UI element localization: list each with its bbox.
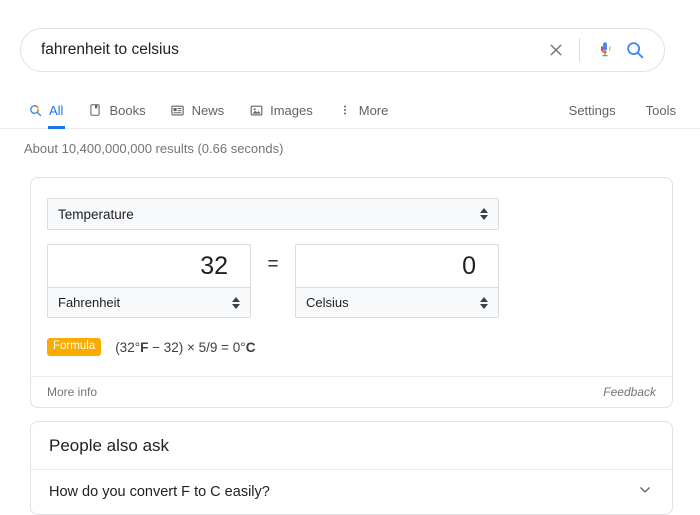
formula-badge: Formula xyxy=(47,338,101,356)
tab-books[interactable]: Books xyxy=(86,92,146,128)
clear-search-button[interactable] xyxy=(541,35,571,65)
conversion-row: Fahrenheit = Celsius xyxy=(47,244,656,318)
spinner-icon xyxy=(478,208,490,220)
people-also-ask-item[interactable]: How do you convert F to C easily? xyxy=(31,469,672,514)
people-also-ask-card: People also ask How do you convert F to … xyxy=(30,421,673,515)
tab-label: Images xyxy=(270,103,313,118)
formula-row: Formula (32°F − 32) × 5/9 = 0°C xyxy=(47,338,656,376)
image-icon xyxy=(248,102,264,118)
formula-prefix: (32° xyxy=(115,340,140,355)
from-unit-label: Fahrenheit xyxy=(58,295,230,310)
unit-converter-card: Temperature Fahrenheit = Celsius xyxy=(30,177,673,408)
close-icon xyxy=(546,40,566,60)
from-value-input[interactable] xyxy=(48,245,250,287)
unit-type-label: Temperature xyxy=(58,207,478,222)
unit-type-select[interactable]: Temperature xyxy=(47,198,499,230)
tab-all[interactable]: All xyxy=(26,92,64,128)
settings-link[interactable]: Settings xyxy=(569,103,616,118)
more-vertical-icon xyxy=(337,102,353,118)
tab-label: News xyxy=(192,103,225,118)
more-info-link[interactable]: More info xyxy=(47,385,603,399)
microphone-icon xyxy=(594,39,616,61)
tab-news[interactable]: News xyxy=(169,92,226,128)
people-also-ask-title: People also ask xyxy=(31,422,672,469)
to-value-input[interactable] xyxy=(296,245,498,287)
search-bar xyxy=(20,28,665,72)
tab-images[interactable]: Images xyxy=(247,92,314,128)
search-tabs-bar: All Books News xyxy=(0,92,700,129)
tabs-divider xyxy=(0,128,700,129)
chevron-down-icon[interactable] xyxy=(636,481,654,504)
question-text: How do you convert F to C easily? xyxy=(49,484,636,500)
book-icon xyxy=(87,102,103,118)
search-input[interactable] xyxy=(41,37,541,63)
tab-label: More xyxy=(359,103,389,118)
search-box[interactable] xyxy=(20,28,665,72)
feedback-link[interactable]: Feedback xyxy=(603,385,656,399)
formula-unit-to: C xyxy=(246,340,256,355)
to-field-group: Celsius xyxy=(295,244,499,318)
search-actions xyxy=(541,35,650,65)
spinner-icon xyxy=(230,297,242,309)
newspaper-icon xyxy=(170,102,186,118)
tools-link[interactable]: Tools xyxy=(646,103,676,118)
search-tabs: All Books News xyxy=(26,92,411,128)
to-unit-label: Celsius xyxy=(306,295,478,310)
submit-search-button[interactable] xyxy=(620,35,650,65)
search-divider xyxy=(579,38,580,62)
equals-sign: = xyxy=(251,244,295,286)
from-field-group: Fahrenheit xyxy=(47,244,251,318)
voice-search-button[interactable] xyxy=(590,35,620,65)
formula-middle: − 32) × 5/9 = 0° xyxy=(148,340,245,355)
search-icon xyxy=(27,102,43,118)
from-unit-select[interactable]: Fahrenheit xyxy=(48,287,250,317)
formula-text: (32°F − 32) × 5/9 = 0°C xyxy=(115,340,255,355)
tab-label: All xyxy=(49,103,63,118)
to-unit-select[interactable]: Celsius xyxy=(296,287,498,317)
search-icon xyxy=(624,39,646,61)
converter-footer: More info Feedback xyxy=(31,376,672,407)
spinner-icon xyxy=(478,297,490,309)
tab-label: Books xyxy=(109,103,145,118)
tab-more[interactable]: More xyxy=(336,92,390,128)
result-stats: About 10,400,000,000 results (0.66 secon… xyxy=(24,141,283,156)
tools-links: Settings Tools xyxy=(539,92,676,128)
converter-body: Temperature Fahrenheit = Celsius xyxy=(31,178,672,376)
